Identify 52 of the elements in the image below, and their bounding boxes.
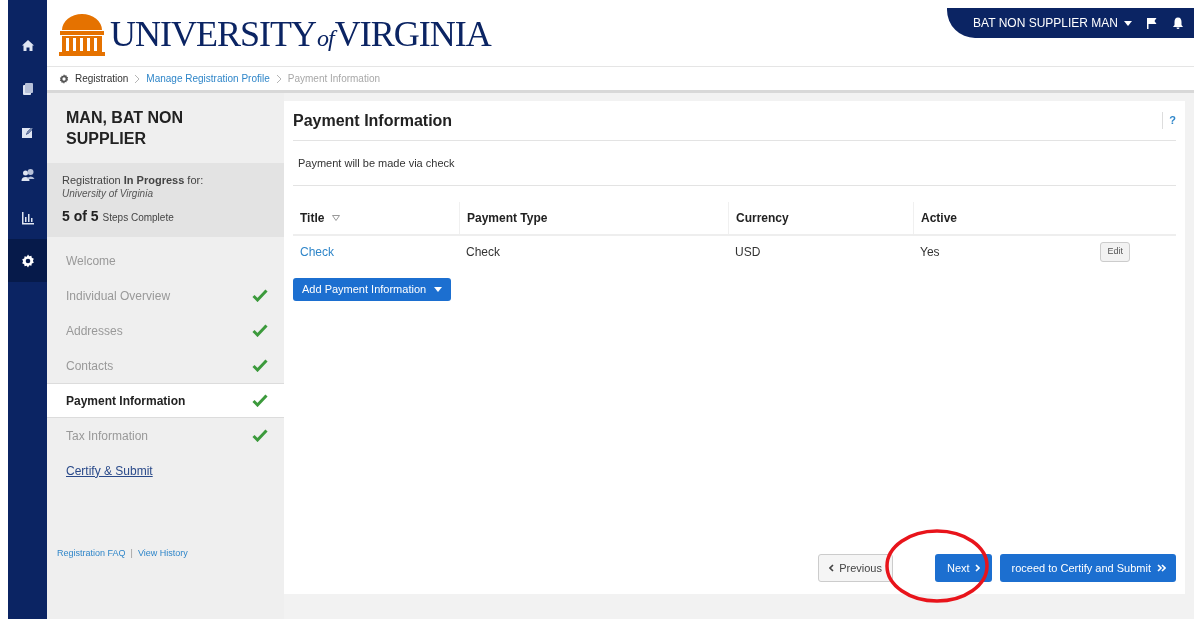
step-item[interactable]: Individual Overview (47, 278, 284, 313)
table-cell-text: Check (465, 244, 501, 261)
column-header[interactable]: Title (300, 209, 341, 227)
add-payment-button[interactable]: Add Payment Information (293, 278, 452, 301)
flag-icon[interactable] (1146, 17, 1158, 29)
help-link[interactable]: ? (1162, 112, 1176, 129)
university-logo-text: UNIVERSITYofVIRGINIA (110, 16, 491, 52)
settings-icon (59, 73, 69, 84)
step-item[interactable]: Contacts (47, 348, 284, 383)
steps-count: 5 of 5 (62, 207, 99, 226)
chevron-right-icon (134, 73, 141, 84)
users-icon (20, 167, 35, 182)
bell-icon[interactable] (1172, 17, 1184, 29)
caret-down-icon (1124, 20, 1132, 26)
step-item[interactable]: Certify & Submit (47, 453, 284, 488)
table-cell-text: Yes (919, 244, 941, 261)
history-link[interactable]: View History (137, 547, 188, 561)
chevron-left-icon (829, 564, 835, 572)
title-link[interactable]: Check (293, 243, 459, 261)
previous-button[interactable]: Previous (818, 554, 893, 582)
bar-chart-icon (20, 210, 35, 225)
breadcrumb-link[interactable]: Manage Registration Profile (146, 71, 270, 86)
table-cell-text: USD (734, 244, 762, 261)
documents-icon (20, 81, 35, 96)
column-header: Active (921, 210, 958, 227)
chevron-right-icon (974, 564, 980, 572)
step-item[interactable]: Welcome (47, 243, 284, 278)
step-item[interactable]: Addresses (47, 313, 284, 348)
caret-down-icon (434, 287, 443, 292)
registration-status: Registration In Progress for: (62, 173, 205, 187)
double-chevron-right-icon (1157, 564, 1166, 572)
registrant-name: MAN, BAT NON SUPPLIER (65, 108, 185, 149)
column-header: Payment Type (467, 210, 548, 227)
chevron-right-icon (275, 73, 282, 84)
faq-link[interactable]: Registration FAQ (57, 547, 126, 561)
organization-name: University of Virginia (62, 187, 154, 200)
breadcrumb-link[interactable]: Registration (75, 71, 129, 86)
link-separator: | (130, 547, 133, 560)
rotunda-logo-icon (58, 12, 106, 56)
breadcrumb-current: Payment Information (287, 72, 381, 86)
sort-icon[interactable] (332, 215, 341, 221)
home-icon (20, 38, 35, 53)
payment-note: Payment will be made via check (293, 141, 1176, 186)
certify-submit-button[interactable]: roceed to Certify and Submit (999, 554, 1176, 582)
column-header: Currency (736, 210, 789, 227)
step-item[interactable]: Payment Information (47, 383, 284, 418)
next-button[interactable]: Next (934, 554, 992, 582)
edit-button[interactable]: Edit (1100, 242, 1130, 262)
page-title: Payment Information (293, 110, 453, 131)
settings-icon (20, 253, 35, 268)
steps-label: Steps Complete (102, 211, 174, 225)
step-item[interactable]: Tax Information (47, 418, 284, 453)
